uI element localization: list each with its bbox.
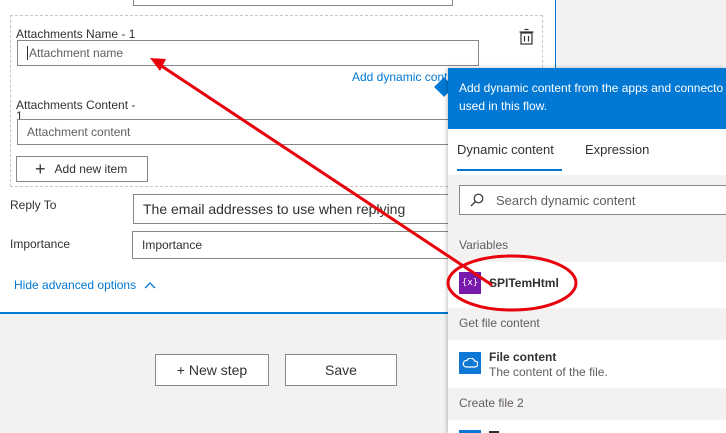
- dynamic-item-spitemhtml[interactable]: {x} SPITemHtml: [448, 262, 726, 304]
- attachment-content-placeholder: Attachment content: [27, 125, 131, 139]
- chevron-up-icon: [144, 282, 156, 289]
- active-tab-indicator: [457, 169, 562, 171]
- dynamic-item-file-content[interactable]: File content The content of the file.: [448, 340, 726, 386]
- item-description: The content of the file.: [489, 365, 608, 379]
- variable-icon: {x}: [459, 272, 481, 294]
- item-title: SPITemHtml: [489, 276, 559, 290]
- attachment-name-placeholder: Attachment name: [29, 46, 124, 60]
- item-title: File content: [489, 350, 557, 364]
- header-text-line2: used in this flow.: [459, 99, 548, 113]
- section-get-file-content: Get file content: [448, 308, 726, 340]
- dynamic-item-partial[interactable]: [448, 420, 726, 433]
- dynamic-panel-header: Add dynamic content from the apps and co…: [448, 68, 726, 129]
- panel-tabs: Dynamic content Expression: [448, 129, 726, 175]
- delete-item-icon[interactable]: [518, 28, 536, 46]
- search-icon: [470, 193, 484, 207]
- add-new-item-label: Add new item: [54, 162, 128, 176]
- tab-expression[interactable]: Expression: [585, 142, 649, 157]
- header-text-line1: Add dynamic content from the apps and co…: [459, 81, 724, 95]
- attachment-name-input[interactable]: Attachment name: [17, 40, 479, 66]
- section-variables: Variables: [448, 230, 726, 262]
- attachment-content-input[interactable]: Attachment content: [17, 119, 457, 145]
- dynamic-content-panel: Add dynamic content from the apps and co…: [448, 68, 726, 433]
- tab-dynamic-content[interactable]: Dynamic content: [457, 142, 554, 157]
- hide-advanced-options-link[interactable]: Hide advanced options: [14, 278, 156, 292]
- search-placeholder: Search dynamic content: [496, 192, 636, 208]
- reply-to-placeholder: The email addresses to use when replying: [143, 201, 406, 217]
- importance-dropdown[interactable]: Importance: [132, 231, 462, 259]
- reply-to-input[interactable]: The email addresses to use when replying: [133, 194, 463, 224]
- importance-label: Importance: [10, 237, 71, 251]
- attachments-content-label-line1: Attachments Content -: [16, 98, 136, 112]
- new-step-button[interactable]: + New step: [155, 354, 269, 386]
- search-area: Search dynamic content: [448, 175, 726, 237]
- add-new-item-button[interactable]: + Add new item: [16, 156, 148, 182]
- text-caret: [27, 46, 28, 60]
- previous-field-input[interactable]: [133, 0, 453, 6]
- section-create-file-2: Create file 2: [448, 388, 726, 420]
- add-dynamic-content-link[interactable]: Add dynamic cont: [352, 70, 447, 84]
- importance-value: Importance: [142, 238, 203, 252]
- plus-icon: +: [35, 159, 46, 179]
- hide-advanced-label: Hide advanced options: [14, 278, 137, 292]
- search-dynamic-content-input[interactable]: Search dynamic content: [459, 185, 726, 215]
- attachments-name-label: Attachments Name - 1: [16, 27, 136, 41]
- onedrive-cloud-icon: [459, 352, 481, 374]
- reply-to-label: Reply To: [10, 198, 57, 212]
- save-button[interactable]: Save: [285, 354, 397, 386]
